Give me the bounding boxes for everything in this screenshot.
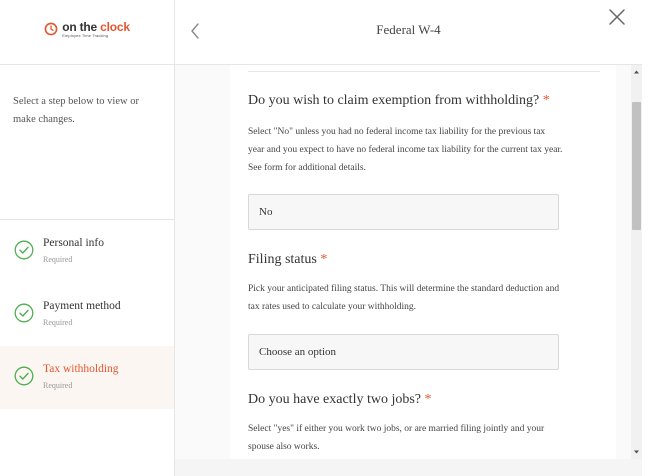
step-status: Required <box>43 381 73 390</box>
scroll-down-arrow-icon[interactable] <box>631 445 642 459</box>
question-title: Do you have exactly two jobs? * <box>248 392 432 407</box>
sidebar-step-payment-method[interactable]: Payment method Required <box>0 283 174 346</box>
check-circle-icon <box>14 366 34 386</box>
header: Federal W-4 <box>175 0 642 65</box>
logo-area: on the clock Employee Time Tracking <box>0 0 174 65</box>
required-marker: * <box>542 93 550 108</box>
brand-name-part2: clock <box>100 19 130 34</box>
exemption-select[interactable]: No <box>248 194 559 230</box>
brand-tagline: Employee Time Tracking <box>62 32 109 38</box>
sidebar-step-tax-withholding[interactable]: Tax withholding Required <box>0 346 174 409</box>
vertical-scrollbar[interactable] <box>631 65 642 459</box>
question-description: Select "yes" if either you work two jobs… <box>248 424 545 452</box>
step-hint: Select a step below to view or make chan… <box>0 65 174 220</box>
footer-strip <box>175 459 649 476</box>
check-circle-icon <box>14 240 34 260</box>
brand-name-part1: on the <box>62 19 101 34</box>
brand-logo: on the clock Employee Time Tracking <box>44 21 130 38</box>
required-marker: * <box>320 252 328 267</box>
filing-status-select[interactable]: Choose an option <box>248 334 559 370</box>
question-description: Select "No" unless you had no federal in… <box>248 127 563 173</box>
close-icon[interactable] <box>606 6 628 28</box>
form-scroll-area: Do you wish to claim exemption from with… <box>175 65 642 476</box>
scrollbar-thumb[interactable] <box>632 102 641 230</box>
step-label: Tax withholding <box>43 363 119 375</box>
scroll-up-arrow-icon[interactable] <box>631 65 642 79</box>
page-title: Federal W-4 <box>376 22 441 37</box>
check-circle-icon <box>14 303 34 323</box>
sidebar-step-personal-info[interactable]: Personal info Required <box>0 220 174 283</box>
step-label: Personal info <box>43 237 105 249</box>
step-status: Required <box>43 318 73 327</box>
clock-logo-icon <box>44 22 58 36</box>
form-card: Do you wish to claim exemption from with… <box>230 65 616 459</box>
question-description: Pick your anticipated filing status. Thi… <box>248 284 560 312</box>
required-marker: * <box>424 392 432 407</box>
question-title: Do you wish to claim exemption from with… <box>248 93 550 108</box>
step-label: Payment method <box>43 300 121 312</box>
question-title: Filing status * <box>248 252 328 267</box>
sidebar: on the clock Employee Time Tracking Sele… <box>0 0 175 476</box>
step-status: Required <box>43 255 73 264</box>
window-edge <box>642 0 649 476</box>
divider <box>248 71 600 72</box>
